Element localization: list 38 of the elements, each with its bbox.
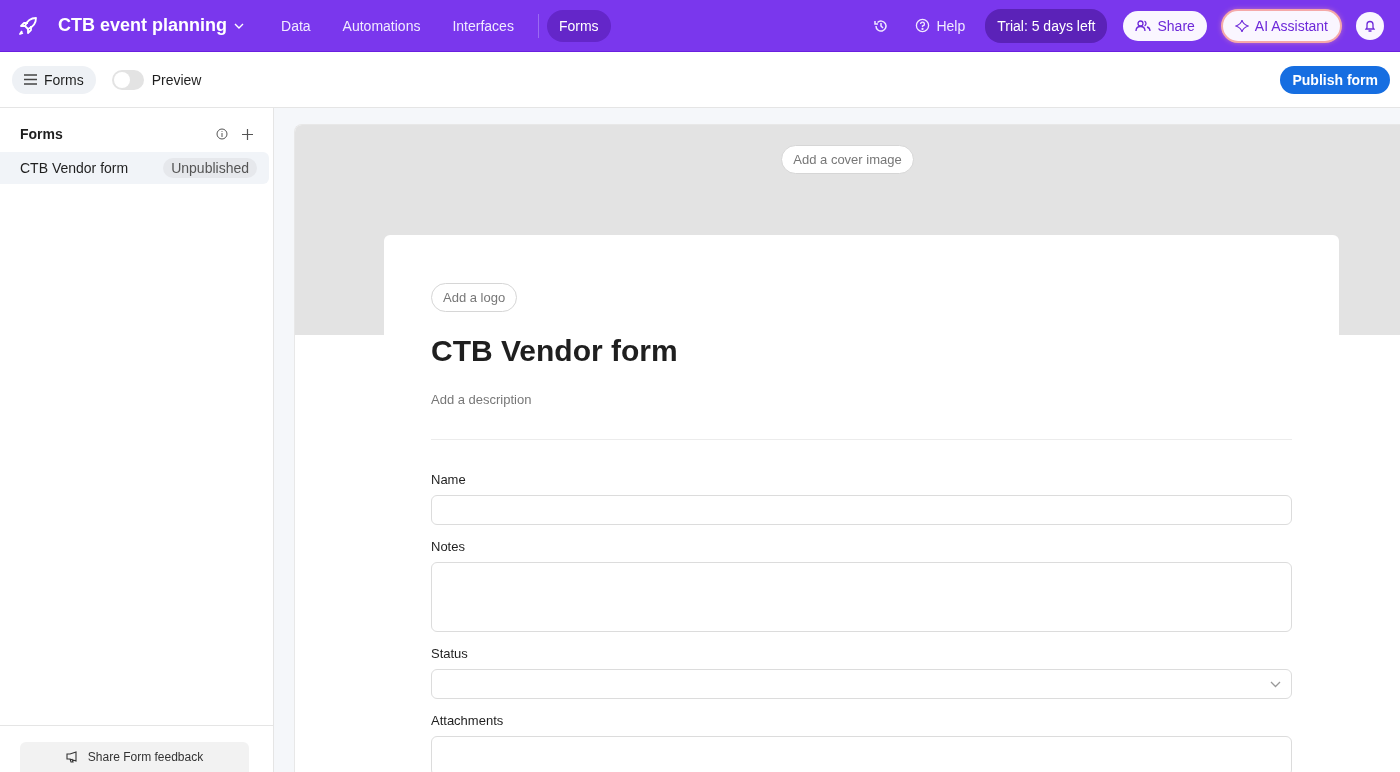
history-icon[interactable] bbox=[873, 17, 890, 34]
description-field[interactable]: Add a description bbox=[431, 392, 1292, 440]
publish-form-button[interactable]: Publish form bbox=[1280, 65, 1390, 94]
field-label: Name bbox=[431, 472, 467, 487]
forms-menu-button[interactable]: Forms bbox=[12, 65, 96, 94]
add-cover-image-button[interactable]: Add a cover image bbox=[781, 145, 914, 174]
sparkle-icon bbox=[1234, 18, 1249, 33]
megaphone-icon bbox=[65, 751, 80, 763]
ai-assistant-button[interactable]: AI Assistant bbox=[1222, 10, 1340, 41]
nav-tab[interactable]: Automations bbox=[330, 9, 433, 42]
add-icon[interactable] bbox=[242, 128, 253, 140]
field-label: Status bbox=[431, 646, 469, 661]
nav-tab[interactable]: Forms bbox=[546, 9, 611, 42]
sidebar-title: Forms bbox=[20, 126, 64, 142]
share-feedback-button[interactable]: Share Form feedback bbox=[20, 742, 249, 772]
chevron-down-icon bbox=[1270, 680, 1281, 688]
help-button[interactable]: Help bbox=[909, 10, 972, 41]
form-name: CTB Vendor form bbox=[20, 160, 129, 176]
field-label: Notes bbox=[431, 539, 466, 554]
people-icon bbox=[1135, 18, 1152, 33]
field-label: Attachments bbox=[431, 713, 505, 728]
nav-tab[interactable]: Data bbox=[269, 9, 323, 42]
form-title[interactable]: CTB Vendor form bbox=[431, 334, 1292, 368]
trial-button[interactable]: Trial: 5 days left bbox=[985, 8, 1108, 43]
status-tag: Unpublished bbox=[163, 158, 257, 178]
help-icon bbox=[915, 18, 931, 33]
form-list-item[interactable]: CTB Vendor form Unpublished bbox=[0, 152, 269, 184]
preview-label: Preview bbox=[151, 71, 202, 88]
preview-toggle[interactable] bbox=[111, 69, 144, 90]
menu-icon bbox=[24, 74, 37, 85]
base-name-menu[interactable]: CTB event planning bbox=[58, 15, 245, 36]
share-button[interactable]: Share bbox=[1123, 10, 1207, 41]
nav-tab[interactable]: Interfaces bbox=[440, 9, 526, 42]
add-logo-button[interactable]: Add a logo bbox=[431, 283, 518, 312]
info-icon[interactable] bbox=[216, 128, 228, 140]
text-input-field[interactable] bbox=[431, 495, 1292, 525]
notification-bell-icon[interactable] bbox=[1356, 11, 1384, 40]
attachment-drop-field[interactable] bbox=[431, 736, 1292, 772]
